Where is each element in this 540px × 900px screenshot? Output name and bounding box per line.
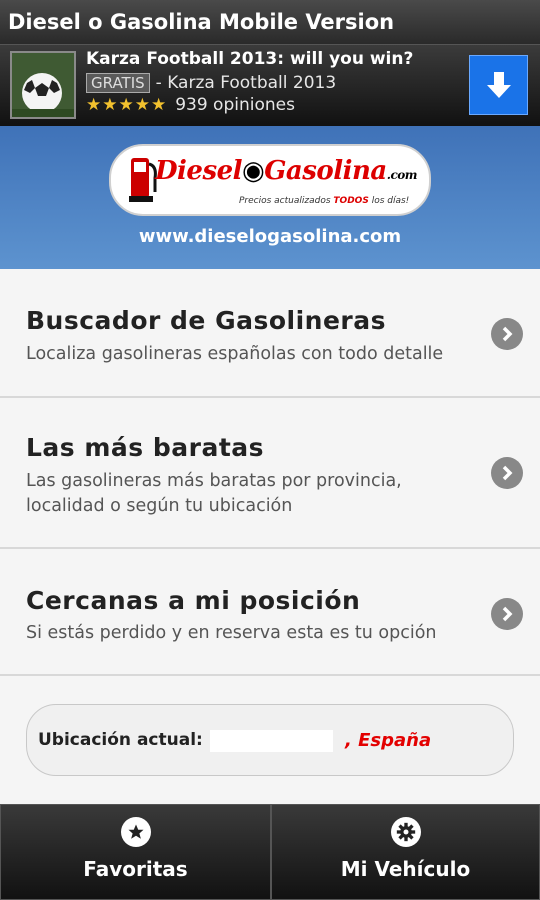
fuel-pump-icon [129, 158, 157, 202]
location-value-redacted [210, 730, 333, 752]
logo-tagline: Precios actualizados TODOS los días! [239, 196, 410, 206]
ad-rating: ★★★★★ 939 opiniones [86, 95, 295, 115]
app-title-bar: Diesel o Gasolina Mobile Version [0, 0, 540, 44]
rating-stars: ★★★★★ [86, 95, 168, 115]
menu-item-description-line: localidad o según tu ubicación [26, 496, 293, 516]
location-country: , España [345, 730, 432, 751]
chevron-right-icon[interactable] [491, 318, 523, 350]
gear-icon [390, 817, 421, 847]
ad-subtitle: GRATIS - Karza Football 2013 [86, 73, 336, 93]
tab-label: Favoritas [83, 857, 188, 881]
tab-mi-vehiculo[interactable]: Mi Vehículo [271, 804, 540, 900]
chevron-right-icon[interactable] [491, 457, 523, 489]
menu-item-description: Si estás perdido y en reserva esta es tu… [26, 623, 437, 643]
tab-label: Mi Vehículo [340, 857, 471, 881]
menu-item-baratas[interactable]: Las más baratas Las gasolineras más bara… [0, 398, 540, 549]
star-icon [120, 817, 151, 847]
tab-favoritas[interactable]: Favoritas [0, 804, 271, 900]
menu-item-title: Buscador de Gasolineras [26, 306, 386, 335]
menu-item-title: Cercanas a mi posición [26, 586, 361, 615]
download-button[interactable] [469, 55, 528, 115]
current-location[interactable]: Ubicación actual: , España [26, 704, 514, 776]
menu-item-description-line: Las gasolineras más baratas por provinci… [26, 471, 402, 491]
download-arrow-icon [486, 72, 511, 98]
ad-title[interactable]: Karza Football 2013: will you win? [86, 49, 413, 69]
menu-item-title: Las más baratas [26, 433, 265, 462]
app-title: Diesel o Gasolina Mobile Version [8, 10, 395, 34]
ad-thumbnail[interactable] [10, 51, 76, 119]
site-url[interactable]: www.dieselogasolina.com [0, 226, 540, 247]
ad-reviews: 939 opiniones [175, 95, 295, 115]
bottom-tab-bar: Favoritas Mi Vehículo [0, 804, 540, 900]
menu-item-buscador[interactable]: Buscador de Gasolineras Localiza gasolin… [0, 269, 540, 398]
menu-item-cercanas[interactable]: Cercanas a mi posición Si estás perdido … [0, 549, 540, 676]
location-label: Ubicación actual: [38, 730, 203, 750]
ad-banner[interactable]: Karza Football 2013: will you win? GRATI… [0, 44, 540, 126]
chevron-right-icon[interactable] [491, 598, 523, 630]
location-section: Ubicación actual: , España [0, 676, 540, 804]
site-logo[interactable]: Diesel◉Gasolina.com Precios actualizados… [109, 144, 431, 216]
menu-item-description: Localiza gasolineras españolas con todo … [26, 344, 444, 364]
ad-publisher: - Karza Football 2013 [155, 73, 337, 93]
site-header: Diesel◉Gasolina.com Precios actualizados… [0, 126, 540, 269]
free-badge: GRATIS [86, 73, 150, 93]
logo-wordmark: Diesel◉Gasolina.com [155, 156, 417, 186]
